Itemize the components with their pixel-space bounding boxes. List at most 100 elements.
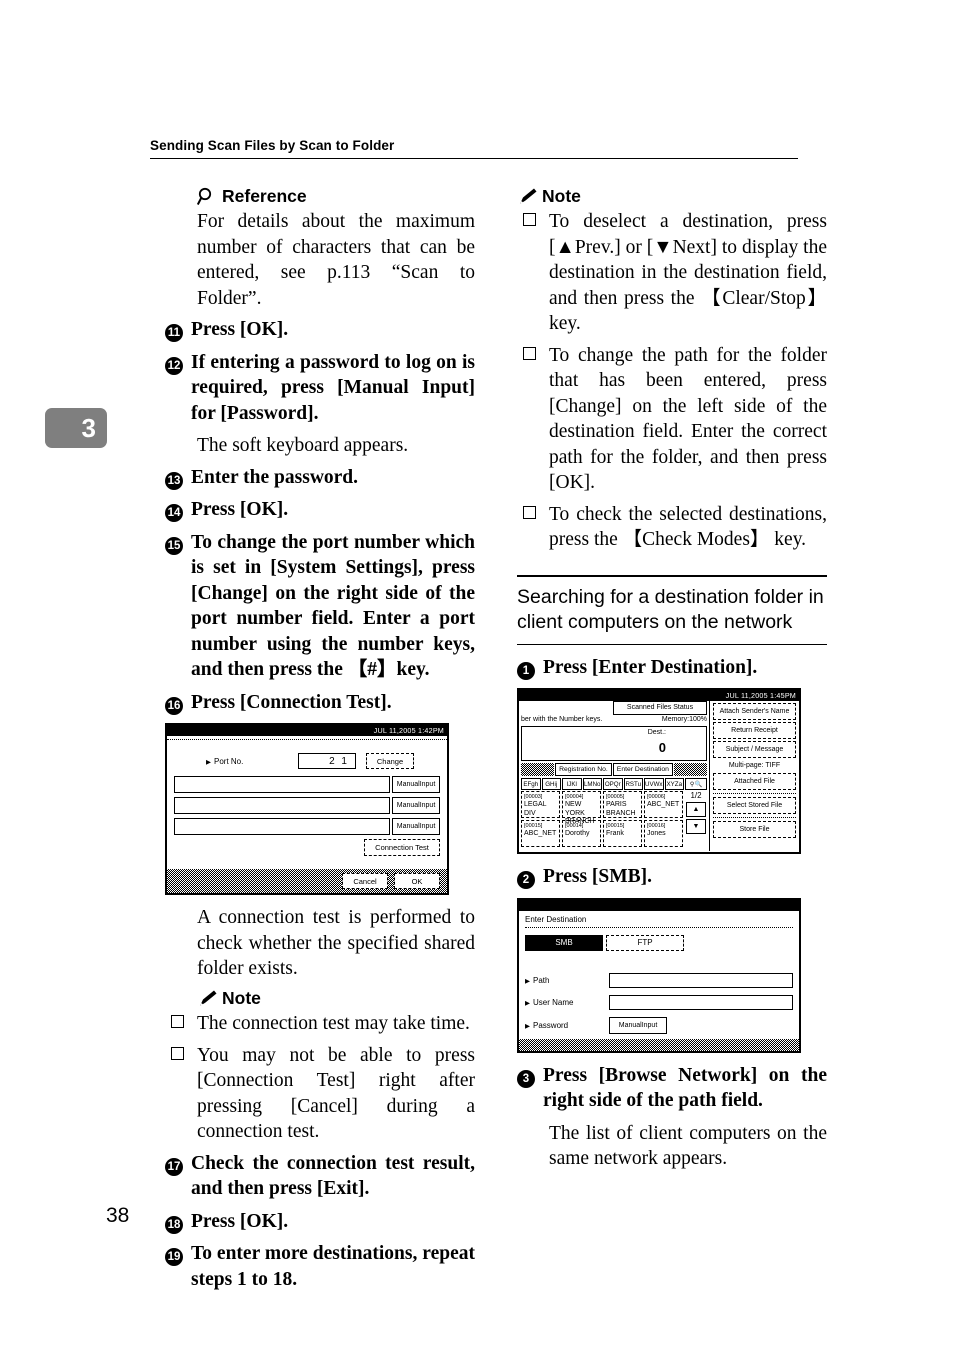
note-bullet bbox=[165, 1011, 197, 1037]
tab-smb[interactable]: SMB bbox=[525, 934, 603, 951]
ok-button[interactable]: OK bbox=[394, 873, 440, 889]
port-number-value: 2 1 bbox=[298, 753, 356, 769]
right-pane-divider-2 bbox=[713, 817, 796, 818]
hint-text: ber with the Number keys. bbox=[521, 716, 603, 723]
manual-field-3[interactable] bbox=[174, 818, 390, 835]
manual-field-1[interactable] bbox=[174, 776, 390, 793]
right-step-1-text: Press [Enter Destination]. bbox=[543, 656, 758, 678]
step-17-text: Check the connection test result, and th… bbox=[191, 1152, 475, 1200]
destination-count-value: 0 bbox=[658, 740, 666, 755]
right-step-2-text: Press [SMB]. bbox=[543, 866, 653, 887]
alpha-tab-lmno[interactable]: LMNo bbox=[582, 778, 602, 790]
header-rule bbox=[150, 158, 798, 159]
step-16-text: Press [Connection Test]. bbox=[191, 691, 392, 713]
store-file-button[interactable]: Store File bbox=[713, 821, 796, 838]
password-manual-input-button[interactable]: ManualInput bbox=[609, 1016, 667, 1034]
right-note-item-1-text: To deselect a destination, press [▲Prev.… bbox=[549, 211, 827, 334]
section-title: Searching for a destination folder in cl… bbox=[517, 585, 824, 633]
destination-row-1: [00003] LEGAL DIV [00004] NEW YORK BRANC… bbox=[521, 791, 683, 825]
destination-cell[interactable]: [00015] ABC_NET bbox=[521, 820, 560, 847]
alpha-tab-ghij[interactable]: GHij bbox=[541, 778, 561, 790]
prev-page-icon[interactable]: ▲ bbox=[686, 802, 706, 817]
right-step-3-marker: 3 bbox=[517, 1063, 543, 1114]
port-number-label: Port No. bbox=[206, 757, 298, 766]
manual-field-row-1: ManualInput bbox=[174, 776, 440, 793]
lcd-port-statusbar: JUL 11,2005 1:42PM bbox=[167, 725, 447, 736]
connection-test-description: A connection test is performed to check … bbox=[197, 907, 475, 979]
left-note-item-1-text: The connection test may take time. bbox=[197, 1012, 470, 1034]
path-row: Path bbox=[525, 972, 793, 988]
port-change-button[interactable]: Change bbox=[366, 753, 414, 769]
step-14-text: Press [OK]. bbox=[191, 499, 289, 520]
destination-field[interactable]: Dest.: 0 bbox=[521, 726, 707, 761]
lcd-port-timestamp: JUL 11,2005 1:42PM bbox=[373, 726, 444, 735]
step-12-marker: 12 bbox=[165, 350, 191, 427]
left-note-heading-label: Note bbox=[222, 987, 261, 1008]
cancel-button[interactable]: Cancel bbox=[342, 873, 388, 889]
alpha-tab-rstu[interactable]: RSTu bbox=[623, 778, 643, 790]
next-page-icon[interactable]: ▼ bbox=[686, 819, 706, 834]
subject-message-button[interactable]: Subject / Message bbox=[713, 741, 796, 758]
alpha-tab-xyza[interactable]: XYZa bbox=[664, 778, 685, 790]
destination-name: Frank bbox=[606, 830, 624, 837]
scanned-files-status-row: Scanned Files Status bbox=[519, 700, 709, 715]
destination-cell[interactable]: [00015] Frank bbox=[603, 820, 642, 847]
enter-destination-button[interactable]: Enter Destination bbox=[612, 763, 673, 776]
user-name-input[interactable] bbox=[609, 994, 793, 1010]
step-16: 16 Press [Connection Test]. bbox=[165, 690, 475, 716]
destination-cell[interactable]: [00004] NEW YORK BRANCH bbox=[562, 791, 601, 825]
step-19-marker: 19 bbox=[165, 1241, 191, 1292]
destination-cell[interactable]: [00014] Dorothy bbox=[562, 820, 601, 847]
alpha-tab-ijkl[interactable]: IJKl bbox=[562, 778, 582, 790]
memory-indicator: Memory:100% bbox=[661, 716, 707, 723]
lcd-port-body: Port No. 2 1 Change ManualInput ManualIn… bbox=[167, 739, 447, 876]
manual-input-button-2[interactable]: ManualInput bbox=[392, 797, 440, 814]
right-note-item-2-text: To change the path for the folder that h… bbox=[549, 344, 827, 494]
return-receipt-button[interactable]: Return Receipt bbox=[713, 722, 796, 739]
step-18: 18 Press [OK]. bbox=[165, 1209, 475, 1235]
path-input[interactable] bbox=[609, 972, 793, 988]
alpha-tab-efgh[interactable]: EFgh bbox=[521, 778, 541, 790]
destination-id: [00015] bbox=[524, 823, 543, 829]
destination-id: [00003] bbox=[524, 794, 543, 800]
action-row-filler-right bbox=[673, 763, 707, 776]
registration-no-button[interactable]: Registration No. bbox=[555, 763, 612, 776]
right-note-item-3-text: To check the selected destinations, pres… bbox=[549, 503, 827, 551]
destination-name: LEGAL DIV bbox=[524, 801, 547, 817]
action-row: Registration No. Enter Destination bbox=[519, 762, 709, 777]
lcd-dest-body: Enter Destination SMB FTP Path User Name bbox=[519, 911, 799, 1050]
attach-senders-name-button[interactable]: Attach Sender's Name bbox=[713, 703, 796, 720]
right-note-heading-label: Note bbox=[542, 186, 581, 206]
step-14-marker: 14 bbox=[165, 497, 191, 523]
scanned-files-status-button[interactable]: Scanned Files Status bbox=[613, 700, 707, 715]
tab-ftp[interactable]: FTP bbox=[606, 934, 684, 951]
attached-file-button[interactable]: Attached File bbox=[713, 773, 796, 790]
alpha-tab-opqr[interactable]: OPQr bbox=[603, 778, 623, 790]
action-row-filler bbox=[521, 763, 555, 776]
destination-name: ABC_NET bbox=[647, 801, 680, 808]
right-step-3-text: Press [Browse Network] on the right side… bbox=[543, 1064, 827, 1112]
right-note-item-1: To deselect a destination, press [▲Prev.… bbox=[517, 209, 827, 337]
left-note-item-2: You may not be able to press [Connection… bbox=[165, 1043, 475, 1145]
lcd-enter-destination-screenshot: Enter Destination SMB FTP Path User Name bbox=[517, 897, 801, 1053]
search-icon[interactable]: ⚲🔍 bbox=[685, 778, 708, 790]
destination-cell[interactable]: [00006] ABC_NET bbox=[644, 791, 683, 818]
select-stored-file-button[interactable]: Select Stored File bbox=[713, 797, 796, 814]
lcd-port-footer: Cancel OK bbox=[167, 869, 447, 893]
destination-cell[interactable]: [00005] PARIS BRANCH bbox=[603, 791, 642, 818]
enter-destination-title: Enter Destination bbox=[525, 915, 793, 928]
manual-input-button-3[interactable]: ManualInput bbox=[392, 818, 440, 835]
step-12: 12 If entering a password to log on is r… bbox=[165, 350, 475, 427]
destination-cell[interactable]: [00003] LEGAL DIV bbox=[521, 791, 560, 818]
left-note-heading: Note bbox=[197, 988, 475, 1009]
manual-field-2[interactable] bbox=[174, 797, 390, 814]
destination-cell[interactable]: [00016] Jones bbox=[644, 820, 683, 847]
destination-count-label: Dest.: bbox=[647, 729, 666, 736]
hint-row: ber with the Number keys. Memory:100% bbox=[519, 714, 709, 725]
lcd-dest-footer bbox=[519, 1038, 799, 1051]
destination-id: [00016] bbox=[647, 823, 666, 829]
pencil-icon bbox=[517, 187, 538, 207]
connection-test-button[interactable]: Connection Test bbox=[364, 839, 440, 856]
alpha-tab-uvwx[interactable]: UVWx bbox=[644, 778, 664, 790]
manual-input-button-1[interactable]: ManualInput bbox=[392, 776, 440, 793]
